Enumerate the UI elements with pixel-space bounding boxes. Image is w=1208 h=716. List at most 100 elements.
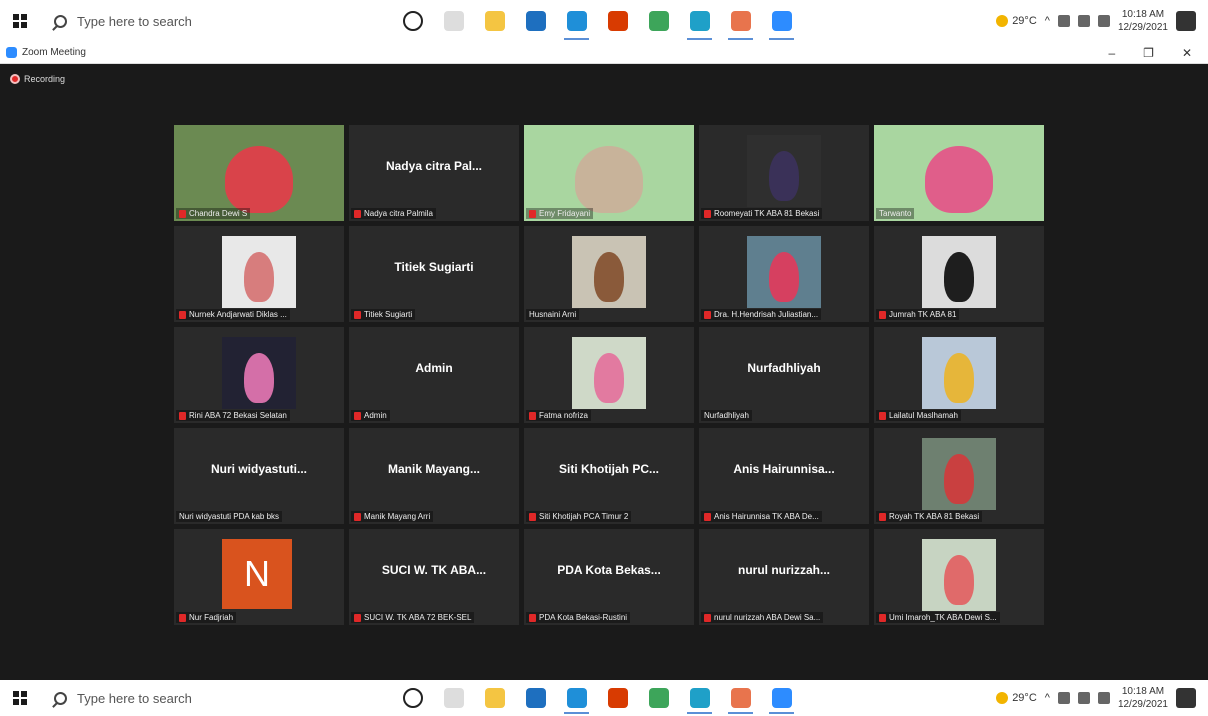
participant-tile[interactable]: Emy Fridayani [524,125,694,221]
participant-tile[interactable]: Chandra Dewi S [174,125,344,221]
participant-name: Royah TK ABA 81 Bekasi [889,512,980,521]
close-button[interactable]: ✕ [1182,46,1192,60]
mic-muted-icon [529,411,536,420]
minimize-button[interactable]: – [1108,46,1115,60]
taskbar-app-store[interactable] [515,680,556,716]
participant-name-label: Roomeyati TK ABA 81 Bekasi [701,208,823,219]
participant-name-label: Umi Imaroh_TK ABA Dewi S... [876,612,1000,623]
taskbar-app-file-explorer[interactable] [474,0,515,42]
clock[interactable]: 10:18 AM 12/29/2021 [1118,685,1168,711]
volume-icon[interactable] [1077,692,1090,704]
participant-tile[interactable]: SUCI W. TK ABA... SUCI W. TK ABA 72 BEK-S… [349,529,519,625]
participant-tile[interactable]: Umi Imaroh_TK ABA Dewi S... [874,529,1044,625]
taskbar-app-telegram[interactable] [556,0,597,42]
participant-video [922,337,996,409]
participant-name: Dra. H.Hendrisah Juliastian... [714,310,819,319]
recording-indicator[interactable]: Recording [10,74,65,84]
participant-display-name: Admin [415,361,453,375]
participant-tile[interactable]: Lailatul Maslhamah [874,327,1044,423]
participant-tile[interactable]: Roomeyati TK ABA 81 Bekasi [699,125,869,221]
taskbar-app-office[interactable] [597,0,638,42]
taskbar-app-zoom[interactable] [761,0,802,42]
taskbar-app-cortana[interactable] [392,680,433,716]
taskbar-app-edge[interactable] [679,0,720,42]
chevron-up-icon[interactable]: ^ [1045,692,1050,704]
participant-tile[interactable]: Anis Hairunnisa... Anis Hairunnisa TK ABA… [699,428,869,524]
taskbar-app-cortana[interactable] [392,0,433,42]
participant-name-label: Nur Fadjriah [176,612,237,623]
taskbar-app-chrome[interactable] [638,680,679,716]
taskbar-app-store[interactable] [515,0,556,42]
participant-tile[interactable]: N Nur Fadjriah [174,529,344,625]
taskbar-search[interactable]: Type here to search [40,680,340,716]
participant-tile[interactable]: Husnaini Arni [524,226,694,322]
participant-tile[interactable]: Admin Admin [349,327,519,423]
cortana-icon [402,11,423,31]
weather-temp: 29°C [1012,692,1037,704]
participant-name-label: Rini ABA 72 Bekasi Selatan [176,410,290,421]
network-icon[interactable] [1057,692,1070,704]
taskbar-search[interactable]: Type here to search [40,0,340,42]
participant-tile[interactable]: Fatma nofriza [524,327,694,423]
participant-tile[interactable]: Nurnek Andjarwati Diklas ... [174,226,344,322]
participant-face [225,146,293,214]
taskbar-app-file-explorer[interactable] [474,680,515,716]
chevron-up-icon[interactable]: ^ [1045,15,1050,27]
participant-tile[interactable]: Nurfadhliyah Nurfadhliyah [699,327,869,423]
store-icon [525,11,546,31]
windows-icon [13,14,27,28]
participant-display-name: SUCI W. TK ABA... [381,563,487,577]
taskbar-app-telegram[interactable] [556,680,597,716]
participant-display-name: Nadya citra Pal... [385,159,483,173]
clock[interactable]: 10:18 AM 12/29/2021 [1118,8,1168,34]
participant-name: Emy Fridayani [539,209,591,218]
notification-icon[interactable] [1176,11,1196,31]
battery-icon[interactable] [1097,15,1110,27]
participant-name-label: Lailatul Maslhamah [876,410,961,421]
window-title: Zoom Meeting [22,47,86,58]
mic-muted-icon [354,310,361,319]
taskbar-app-powerpoint[interactable] [720,0,761,42]
participant-tile[interactable]: Nuri widyastuti... Nuri widyastuti PDA ka… [174,428,344,524]
telegram-icon [566,688,587,708]
taskbar-app-edge[interactable] [679,680,720,716]
start-button[interactable] [0,680,40,716]
notification-icon[interactable] [1176,688,1196,708]
participant-tile[interactable]: nurul nurizzah... nurul nurizzah ABA Dewi… [699,529,869,625]
network-icon[interactable] [1057,15,1070,27]
participant-name-label: Siti Khotijah PCA Timur 2 [526,511,632,522]
battery-icon[interactable] [1097,692,1110,704]
taskbar-app-chrome[interactable] [638,0,679,42]
taskbar-app-zoom[interactable] [761,680,802,716]
participant-tile[interactable]: Siti Khotijah PC... Siti Khotijah PCA Tim… [524,428,694,524]
taskbar-app-powerpoint[interactable] [720,680,761,716]
participant-tile[interactable]: Tarwanto [874,125,1044,221]
taskbar-app-task-view[interactable] [433,0,474,42]
participant-video [174,125,344,221]
start-button[interactable] [0,0,40,42]
participant-tile[interactable]: Nadya citra Pal... Nadya citra Palmila [349,125,519,221]
restore-button[interactable]: ❐ [1143,46,1154,60]
participant-tile[interactable]: PDA Kota Bekas... PDA Kota Bekasi-Rustini [524,529,694,625]
mic-muted-icon [529,512,536,521]
participant-tile[interactable]: Titiek Sugiarti Titiek Sugiarti [349,226,519,322]
participant-tile[interactable]: Dra. H.Hendrisah Juliastian... [699,226,869,322]
weather-widget[interactable]: 29°C [996,692,1037,704]
participant-tile[interactable]: Rini ABA 72 Bekasi Selatan [174,327,344,423]
taskbar-app-office[interactable] [597,680,638,716]
volume-icon[interactable] [1077,15,1090,27]
participant-video [922,438,996,510]
participant-tile[interactable]: Jumrah TK ABA 81 [874,226,1044,322]
participant-face [769,251,799,303]
mic-muted-icon [179,613,186,622]
participant-tile[interactable]: Royah TK ABA 81 Bekasi [874,428,1044,524]
recording-icon [10,74,20,84]
taskbar-app-task-view[interactable] [433,680,474,716]
participant-tile[interactable]: Manik Mayang... Manik Mayang Arri [349,428,519,524]
weather-widget[interactable]: 29°C [996,15,1037,27]
participant-face [944,251,974,303]
taskbar-top: Type here to search 29°C ^ 10:18 AM 12/2… [0,0,1208,42]
participant-name-label: PDA Kota Bekasi-Rustini [526,612,631,623]
participant-display-name: Manik Mayang... [387,462,481,476]
participant-face [575,146,643,214]
